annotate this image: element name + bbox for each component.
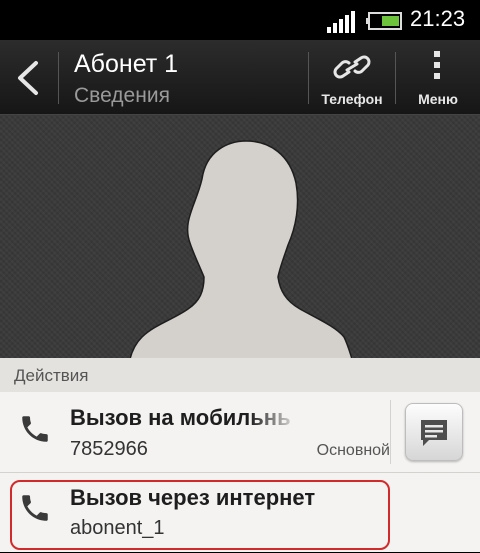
call-mobile-number: 7852966 (70, 438, 148, 460)
message-icon (421, 420, 447, 446)
divider (58, 52, 59, 104)
section-title: Действия (14, 366, 89, 385)
highlight-frame (10, 480, 390, 550)
contact-photo[interactable] (0, 115, 480, 359)
contact-name: Абонет 1 (74, 50, 179, 78)
send-message-button[interactable] (405, 403, 463, 461)
primary-tag: Основной (316, 442, 390, 459)
battery-icon (366, 12, 402, 30)
back-arrow-icon (18, 61, 38, 95)
call-mobile-item[interactable]: Вызов на мобильный 7852966 Основной (0, 392, 480, 473)
actions-section-header: Действия (0, 358, 480, 393)
contact-silhouette-icon (130, 140, 352, 359)
menu-button[interactable]: Меню (396, 40, 480, 114)
more-vert-icon (434, 51, 440, 79)
page-subtitle: Сведения (74, 84, 170, 107)
link-icon (333, 55, 371, 79)
back-button[interactable] (0, 40, 58, 114)
phone-link-label: Телефон (321, 91, 383, 107)
actions-list: Вызов на мобильный 7852966 Основной Вызо… (0, 392, 480, 552)
phone-icon (22, 416, 48, 442)
text-fade (250, 404, 300, 434)
phone-link-button[interactable]: Телефон (309, 40, 395, 114)
signal-icon (327, 11, 355, 33)
action-bar: Абонет 1 Сведения Телефон Меню (0, 40, 480, 115)
status-bar: 21:23 (0, 0, 480, 40)
menu-label: Меню (418, 91, 458, 107)
divider (390, 400, 391, 464)
clock: 21:23 (410, 6, 466, 31)
